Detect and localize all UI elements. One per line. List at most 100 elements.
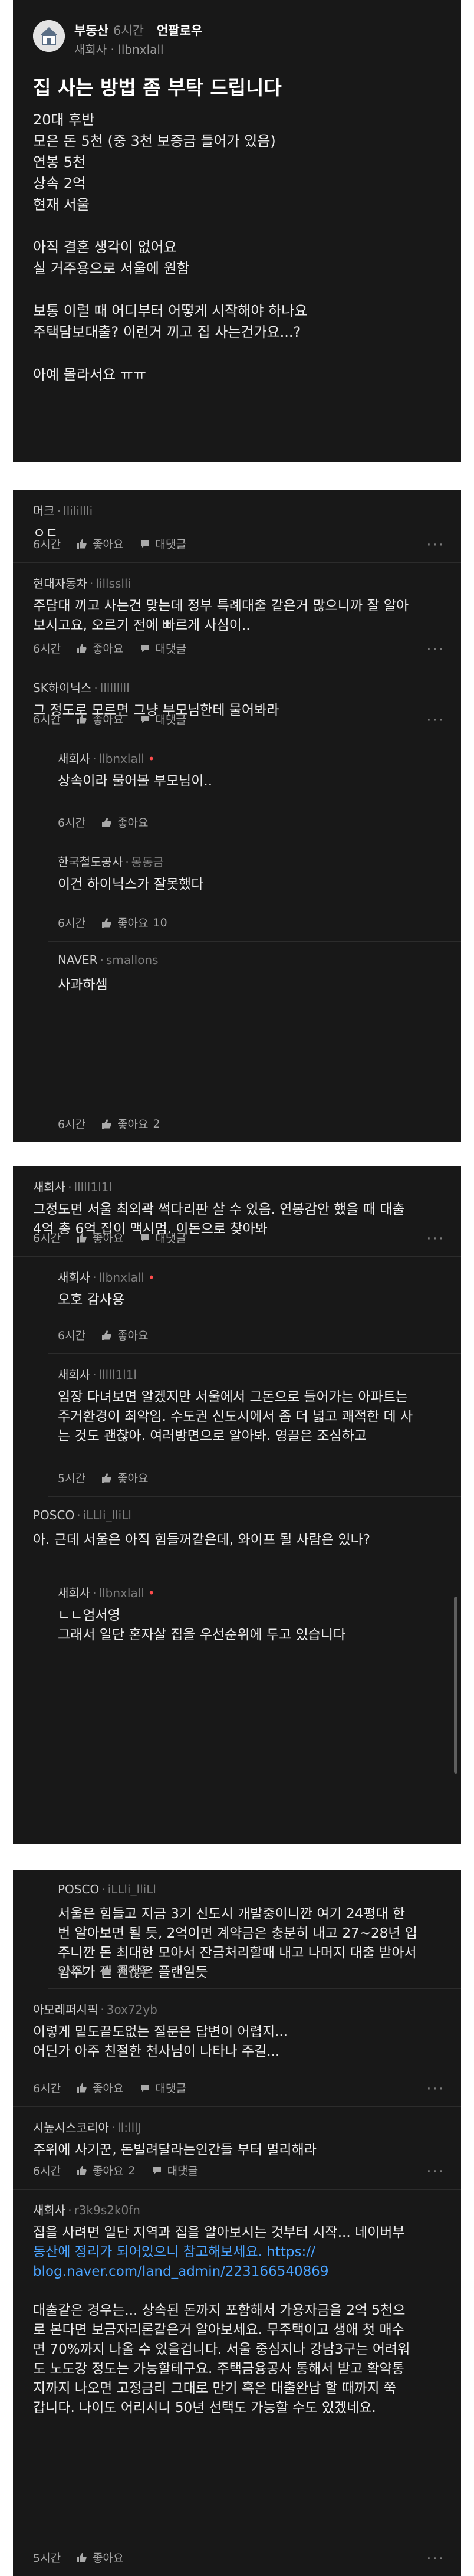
like-button[interactable]: 좋아요 2	[76, 2162, 136, 2178]
comment-actions: 5시간 좋아요	[33, 2549, 124, 2565]
board-name[interactable]: 부동산	[74, 24, 108, 38]
more-options-icon[interactable]: ···	[426, 536, 445, 554]
board-avatar[interactable]	[33, 20, 65, 52]
like-button[interactable]: 좋아요 2	[101, 1116, 160, 1132]
like-button[interactable]: 좋아요	[76, 640, 124, 656]
like-button[interactable]: 좋아요	[76, 536, 124, 552]
like-button[interactable]: 좋아요	[76, 2080, 124, 2096]
comment-author[interactable]: 시높시스코리아 · ll:lllJ	[33, 2118, 141, 2135]
reply-item: 새회사 · llbnxlall • 상속이라 물어볼 부모님이.. 6시간 좋아요	[48, 738, 461, 841]
comment-actions: 6시간 좋아요	[58, 1327, 149, 1343]
comment-actions: 6시간 좋아요 대댓글	[33, 711, 186, 727]
comment-text-line: 주니깐 돈 최대한 모아서 잔금처리할때 내고 나머지 대출 받아서	[58, 1945, 417, 1961]
more-options-icon[interactable]: ···	[426, 2550, 445, 2568]
comment-actions: 6시간 좋아요 대댓글	[33, 2080, 186, 2096]
like-button[interactable]: 좋아요	[76, 2549, 124, 2565]
comment-author[interactable]: NAVER · smallons	[58, 953, 159, 967]
comment-author[interactable]: 아모레퍼시픽 · 3ox72yb	[33, 2000, 157, 2017]
comment-time: 5시간	[58, 1964, 86, 1977]
like-button[interactable]: 좋아요 10	[101, 915, 167, 930]
comment-link[interactable]: blog.naver.com/land_admin/223166540869	[33, 2262, 440, 2282]
more-options-icon[interactable]: ···	[426, 1230, 445, 1248]
reply-button[interactable]: 대댓글	[151, 2162, 198, 2178]
comment-author[interactable]: POSCO · iLLli_lliLl	[58, 1882, 156, 1896]
comment-actions: 6시간 좋아요 대댓글	[33, 1230, 186, 1246]
more-options-icon[interactable]: ···	[426, 641, 445, 658]
comment-time: 6시간	[33, 713, 61, 726]
comment-author[interactable]: 새회사 · lllll1l1l	[58, 1365, 137, 1382]
like-label: 좋아요	[93, 713, 124, 726]
comment-author[interactable]: 머크 · llilillli	[33, 502, 93, 519]
reply-label: 대댓글	[155, 713, 186, 726]
like-button[interactable]: 좋아요	[76, 1230, 124, 1246]
author-nickname: llbnxlall	[98, 752, 144, 766]
comment-link[interactable]: 동산에 정리가 되어있으니 참고해보세요. https://	[33, 2243, 440, 2262]
comment-card: 머크 · llilillli ㅇㄷ 6시간 좋아요 대댓글 ··· 현대자동차 · lillssll…	[13, 490, 461, 1142]
author-nickname: smallons	[106, 953, 159, 967]
thumbs-up-icon	[77, 2083, 87, 2093]
comment-text-line: 주담대 끼고 사는건 맞는데 정부 특례대출 같은거 많으니까 잘 알아	[33, 598, 409, 614]
post-body-line: 20대 후반	[33, 112, 95, 128]
like-button[interactable]: 좋아요	[101, 814, 149, 830]
comment-text: 주담대 끼고 사는건 맞는데 정부 특례대출 같은거 많으니까 잘 알아 보시고요…	[33, 597, 440, 635]
post-body-line	[33, 215, 446, 237]
reply-button[interactable]: 대댓글	[139, 536, 186, 552]
comment-text-line: 도 노도강 정도는 가능할테구요. 주택금융공사 통해서 받고 확약통	[33, 2361, 404, 2377]
thumbs-up-icon	[77, 1233, 87, 1243]
comment-text-line: 면 70%까지 나올 수 있을겁니다. 서울 중심지나 강남3구는 어려워	[33, 2342, 410, 2357]
post-author[interactable]: 새회사 · llbnxlall	[74, 40, 164, 57]
comment-time: 5시간	[58, 1472, 86, 1485]
reply-label: 대댓글	[155, 1232, 186, 1245]
like-button[interactable]: 좋아요	[76, 711, 124, 727]
reply-button[interactable]: 대댓글	[139, 640, 186, 656]
comment-bubble-icon	[140, 644, 149, 652]
post-body: 20대 후반 모은 돈 5천 (중 3천 보증금 들어가 있음) 연봉 5천 상속 2…	[33, 109, 446, 385]
reply-label: 대댓글	[155, 643, 186, 656]
more-options-icon[interactable]: ···	[426, 2080, 445, 2098]
author-company: POSCO	[58, 1882, 100, 1896]
like-label: 좋아요	[93, 538, 124, 551]
comment-actions: 5시간 좋아요	[58, 1470, 149, 1486]
comment-time: 6시간	[33, 2082, 61, 2095]
like-label: 좋아요	[117, 917, 149, 930]
comment-actions: 6시간 좋아요	[58, 814, 149, 830]
reply-button[interactable]: 대댓글	[139, 1230, 186, 1246]
author-nickname: llbnxlall	[98, 1270, 144, 1284]
author-company: 머크	[33, 504, 55, 518]
comment-author[interactable]: 한국철도공사 · 몽동금	[58, 853, 164, 870]
unfollow-button[interactable]: 언팔로우	[157, 24, 202, 38]
comment-bubble-icon	[140, 715, 149, 723]
comment-author[interactable]: 새회사 · llbnxlall •	[58, 749, 155, 766]
author-nickname: llbnxlall	[98, 1586, 144, 1600]
comment-author[interactable]: 새회사 · r3k9s2k0fn	[33, 2201, 140, 2218]
post-body-line: 현재 서울	[33, 196, 90, 213]
like-button[interactable]: 좋아요	[101, 1962, 149, 1978]
comment-bubble-icon	[152, 2167, 161, 2174]
author-nickname: lllll1l1l	[98, 1368, 137, 1382]
comment-item: 아모레퍼시픽 · 3ox72yb 이렇게 밑도끝도없는 질문은 답변이 어렵지... 어…	[13, 1988, 461, 2107]
more-options-icon[interactable]: ···	[426, 712, 445, 729]
comment-author[interactable]: SK하이닉스 · lllllllll	[33, 679, 130, 696]
author-company: NAVER	[58, 953, 98, 967]
reply-button[interactable]: 대댓글	[139, 711, 186, 727]
comment-author[interactable]: 새회사 · llbnxlall •	[58, 1268, 155, 1285]
comment-text-line: 로 본다면 보금자리론같은거 알아보세요. 무주택이고 생애 첫 매수	[33, 2322, 404, 2338]
comment-text-line: 이건 하이닉스가 잘못했다	[58, 877, 204, 892]
thumbs-up-icon	[102, 1330, 111, 1340]
comment-author[interactable]: 현대자동차 · lillsslli	[33, 574, 131, 591]
like-label: 좋아요	[93, 643, 124, 656]
reply-button[interactable]: 대댓글	[139, 2080, 186, 2096]
author-nickname: r3k9s2k0fn	[74, 2203, 140, 2217]
more-options-icon[interactable]: ···	[426, 2163, 445, 2181]
thumbs-up-icon	[77, 643, 87, 653]
comment-text-line: 그래서 일단 혼자살 집을 우선순위에 두고 있습니다	[58, 1627, 346, 1643]
thumbs-up-icon	[102, 1119, 111, 1129]
like-button[interactable]: 좋아요	[101, 1470, 149, 1486]
comment-author[interactable]: 새회사 · lllll1l1l	[33, 1178, 112, 1195]
comment-author[interactable]: POSCO · iLLli_lliLl	[33, 1508, 131, 1522]
comment-time: 6시간	[33, 643, 61, 656]
author-nickname: lllll1l1l	[74, 1180, 112, 1194]
post-body-line: 아예 몰라서요 ㅠㅠ	[33, 366, 146, 383]
comment-author[interactable]: 새회사 · llbnxlall •	[58, 1584, 155, 1601]
like-button[interactable]: 좋아요	[101, 1327, 149, 1343]
